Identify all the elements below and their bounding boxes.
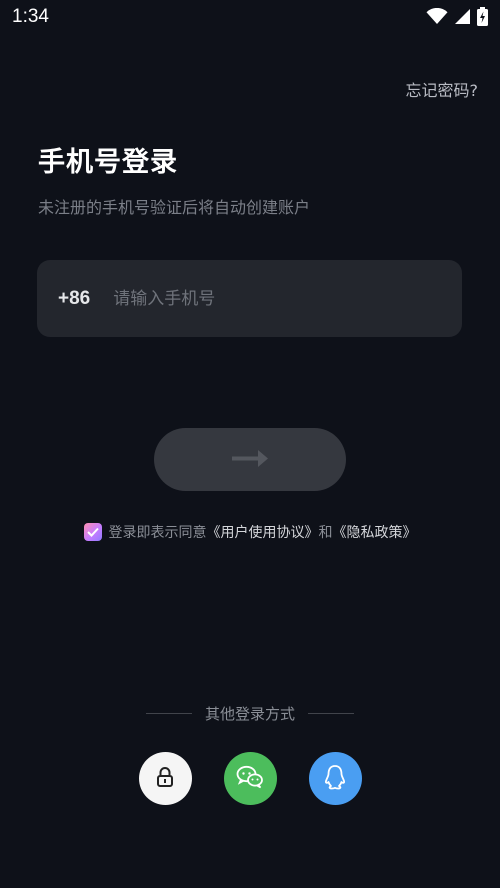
phone-input[interactable] bbox=[111, 277, 462, 320]
status-bar: 1:34 bbox=[0, 0, 500, 34]
checkmark-icon bbox=[86, 527, 99, 537]
agreement-conjunction: 和 bbox=[318, 525, 333, 541]
qq-icon bbox=[324, 764, 346, 794]
login-options bbox=[0, 752, 500, 805]
page-subtitle: 未注册的手机号验证后将自动创建账户 bbox=[38, 198, 311, 217]
other-login-divider: 其他登录方式 bbox=[0, 703, 500, 724]
password-login-button[interactable] bbox=[138, 752, 192, 805]
lock-icon bbox=[154, 766, 176, 792]
privacy-policy-link[interactable]: 《隐私政策》 bbox=[333, 522, 417, 542]
agreement-row: 登录即表示同意 《用户使用协议》 和 《隐私政策》 bbox=[0, 522, 500, 542]
other-login-label: 其他登录方式 bbox=[204, 705, 295, 723]
submit-button[interactable] bbox=[154, 428, 346, 491]
divider-line-left bbox=[145, 713, 192, 714]
wechat-login-button[interactable] bbox=[223, 752, 277, 805]
qq-login-button[interactable] bbox=[308, 752, 362, 805]
agreement-checkbox[interactable] bbox=[83, 523, 102, 541]
page-title: 手机号登录 bbox=[38, 147, 178, 178]
divider-line-right bbox=[308, 713, 354, 714]
arrow-right-icon bbox=[230, 448, 270, 471]
agreement-prefix: 登录即表示同意 bbox=[108, 525, 207, 541]
status-time: 1:34 bbox=[12, 6, 49, 27]
battery-icon bbox=[477, 7, 488, 30]
signal-icon bbox=[454, 8, 471, 29]
wifi-icon bbox=[426, 7, 448, 29]
wechat-icon bbox=[236, 765, 264, 793]
forgot-password-link[interactable]: 忘记密码? bbox=[406, 77, 479, 101]
phone-input-container[interactable]: +86 bbox=[37, 260, 462, 337]
status-icons bbox=[426, 7, 488, 30]
country-code[interactable]: +86 bbox=[58, 288, 90, 310]
user-agreement-link[interactable]: 《用户使用协议》 bbox=[207, 522, 319, 542]
